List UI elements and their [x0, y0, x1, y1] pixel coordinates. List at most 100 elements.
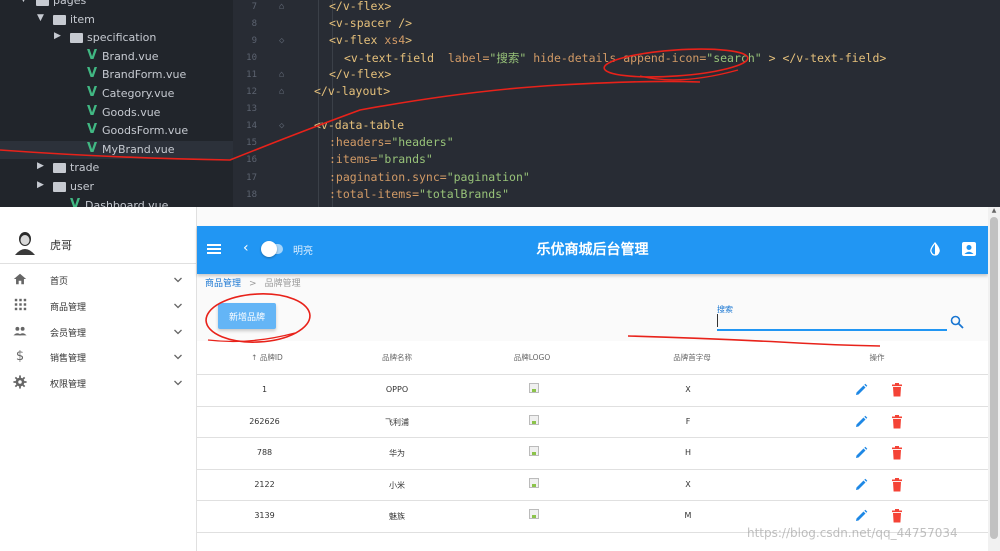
sidebar-item[interactable]: $ 销售管理 [0, 345, 197, 371]
sidebar-item-label: 销售管理 [50, 354, 87, 365]
cell-brand-name: 小米 [389, 480, 405, 490]
apps-icon [12, 298, 28, 314]
tree-item-label: pages [53, 0, 87, 7]
tree-folder[interactable]: ▼ item [0, 11, 233, 30]
invert-colors-icon[interactable] [928, 242, 942, 256]
search-input[interactable] [717, 315, 947, 331]
scrollbar[interactable]: ▲ [988, 207, 1000, 551]
tree-item-label: BrandForm.vue [102, 68, 187, 82]
table-row: 788 华为 H [197, 438, 988, 470]
code-line: :pagination.sync="pagination" [329, 169, 530, 184]
tree-item-label: GoodsForm.vue [102, 124, 189, 138]
people-icon [12, 324, 28, 340]
account-box-icon[interactable] [961, 241, 977, 257]
chevron-down-icon[interactable] [171, 375, 185, 389]
sidebar-item[interactable]: 会员管理 [0, 320, 197, 346]
column-header-id[interactable]: ↑ 品牌ID [247, 352, 287, 363]
tree-file[interactable]: V GoodsForm.vue [0, 122, 233, 141]
column-header-logo[interactable]: 品牌LOGO [507, 352, 557, 363]
tree-file[interactable]: V BrandForm.vue [0, 66, 233, 85]
edit-pencil-icon[interactable] [854, 478, 868, 492]
cell-brand-name: OPPO [385, 385, 409, 394]
page-title: 乐优商城后台管理 [536, 242, 649, 258]
search-icon[interactable] [950, 315, 964, 329]
tree-item-label: Category.vue [102, 87, 175, 100]
tree-file[interactable]: V Category.vue [0, 85, 233, 104]
line-number: 17 [246, 172, 257, 183]
sidebar-item[interactable]: 权限管理 [0, 371, 197, 397]
divider [0, 263, 197, 264]
tree-file[interactable]: V Goods.vue [0, 104, 233, 123]
tree-file[interactable]: V Dashboard.vue [0, 197, 233, 207]
tree-folder[interactable]: ▶ trade [0, 159, 233, 178]
fold-marker-icon[interactable]: ⌂ [279, 2, 284, 12]
tree-folder[interactable]: ▶ user [0, 178, 233, 197]
cell-brand-id: 3139 [254, 511, 275, 521]
delete-trash-icon[interactable] [891, 509, 903, 523]
home-icon [12, 272, 28, 288]
cell-brand-letter: X [685, 385, 691, 394]
tree-folder[interactable]: ▶ specification [0, 29, 233, 48]
edit-pencil-icon[interactable] [854, 383, 868, 397]
column-header-name[interactable]: 品牌名称 [372, 352, 422, 363]
edit-pencil-icon[interactable] [854, 446, 868, 460]
sidebar-item[interactable]: 商品管理 [0, 294, 197, 320]
delete-trash-icon[interactable] [891, 477, 903, 492]
fold-marker-icon[interactable]: ⌂ [279, 87, 284, 97]
chevron-down-icon[interactable] [171, 324, 185, 338]
tree-item-label: trade [70, 161, 100, 175]
chevron-down-icon[interactable] [171, 272, 185, 286]
folder-icon [53, 163, 66, 174]
code-line: <v-text-field label="搜索" hide-details ap… [344, 51, 887, 66]
tree-item-label: specification [87, 31, 157, 45]
delete-trash-icon[interactable] [891, 383, 903, 397]
vue-file-icon: V [87, 103, 98, 119]
table-row: 2122 小米 X [197, 470, 988, 502]
user-profile[interactable]: 虎哥 [0, 223, 197, 265]
breadcrumb: 商品管理 > 品牌管理 [205, 276, 301, 290]
broken-image-icon [529, 414, 539, 425]
chevron-down-icon[interactable] [171, 349, 185, 363]
line-number: 14 [246, 121, 257, 132]
tree-file[interactable]: V MyBrand.vue [0, 140, 233, 160]
code-line: <v-flex xs4> [329, 33, 413, 48]
vue-file-icon: V [70, 196, 81, 207]
column-header-letter[interactable]: 品牌首字母 [667, 352, 717, 363]
line-number: 18 [246, 189, 257, 200]
folder-icon [53, 182, 66, 192]
line-number: 15 [246, 138, 257, 149]
code-line: </v-flex> [329, 0, 392, 13]
line-number: 10 [246, 53, 257, 64]
cell-brand-name: 魅族 [389, 512, 405, 522]
chevron-down-icon[interactable] [171, 298, 185, 312]
watermark: https://blog.csdn.net/qq_44757034 [747, 526, 958, 540]
sidebar-item[interactable]: 首页 [0, 268, 197, 294]
caret-right-icon[interactable]: ▶ [37, 161, 44, 171]
folder-icon [36, 0, 49, 6]
sidebar: 虎哥 首页 商品管理 会员管理 $ 销售管理权限管理 [0, 207, 197, 551]
caret-down-icon[interactable]: ▼ [20, 0, 27, 4]
scroll-thumb[interactable] [990, 217, 998, 539]
fold-marker-icon[interactable]: ◇ [279, 36, 284, 46]
breadcrumb-item-goods[interactable]: 商品管理 [205, 279, 241, 289]
broken-image-icon [529, 383, 539, 393]
edit-pencil-icon[interactable] [854, 415, 868, 429]
add-brand-button[interactable]: 新增品牌 [218, 303, 276, 329]
fold-marker-icon[interactable]: ◇ [279, 121, 284, 131]
fold-marker-icon[interactable]: ⌂ [279, 70, 284, 80]
delete-trash-icon[interactable] [891, 446, 903, 460]
code-area: </v-flex> <v-spacer /> <v-flex xs4> <v-text… [300, 0, 1000, 207]
caret-down-icon[interactable]: ▼ [37, 13, 44, 23]
file-tree: ▼ pages ▼ item ▶ specification V Brand.vue V Bran… [0, 0, 233, 207]
caret-right-icon[interactable]: ▶ [54, 31, 61, 41]
tree-folder[interactable]: ▼ pages [0, 0, 233, 11]
delete-trash-icon[interactable] [891, 414, 903, 429]
vue-file-icon: V [87, 47, 98, 63]
tree-file[interactable]: V Brand.vue [0, 48, 233, 67]
caret-right-icon[interactable]: ▶ [37, 180, 44, 190]
edit-pencil-icon[interactable] [854, 509, 868, 523]
scroll-up-arrow-icon[interactable]: ▲ [990, 207, 998, 215]
cell-brand-name: 华为 [389, 449, 405, 459]
broken-image-icon [529, 446, 539, 457]
sidebar-item-label: 权限管理 [50, 380, 87, 391]
